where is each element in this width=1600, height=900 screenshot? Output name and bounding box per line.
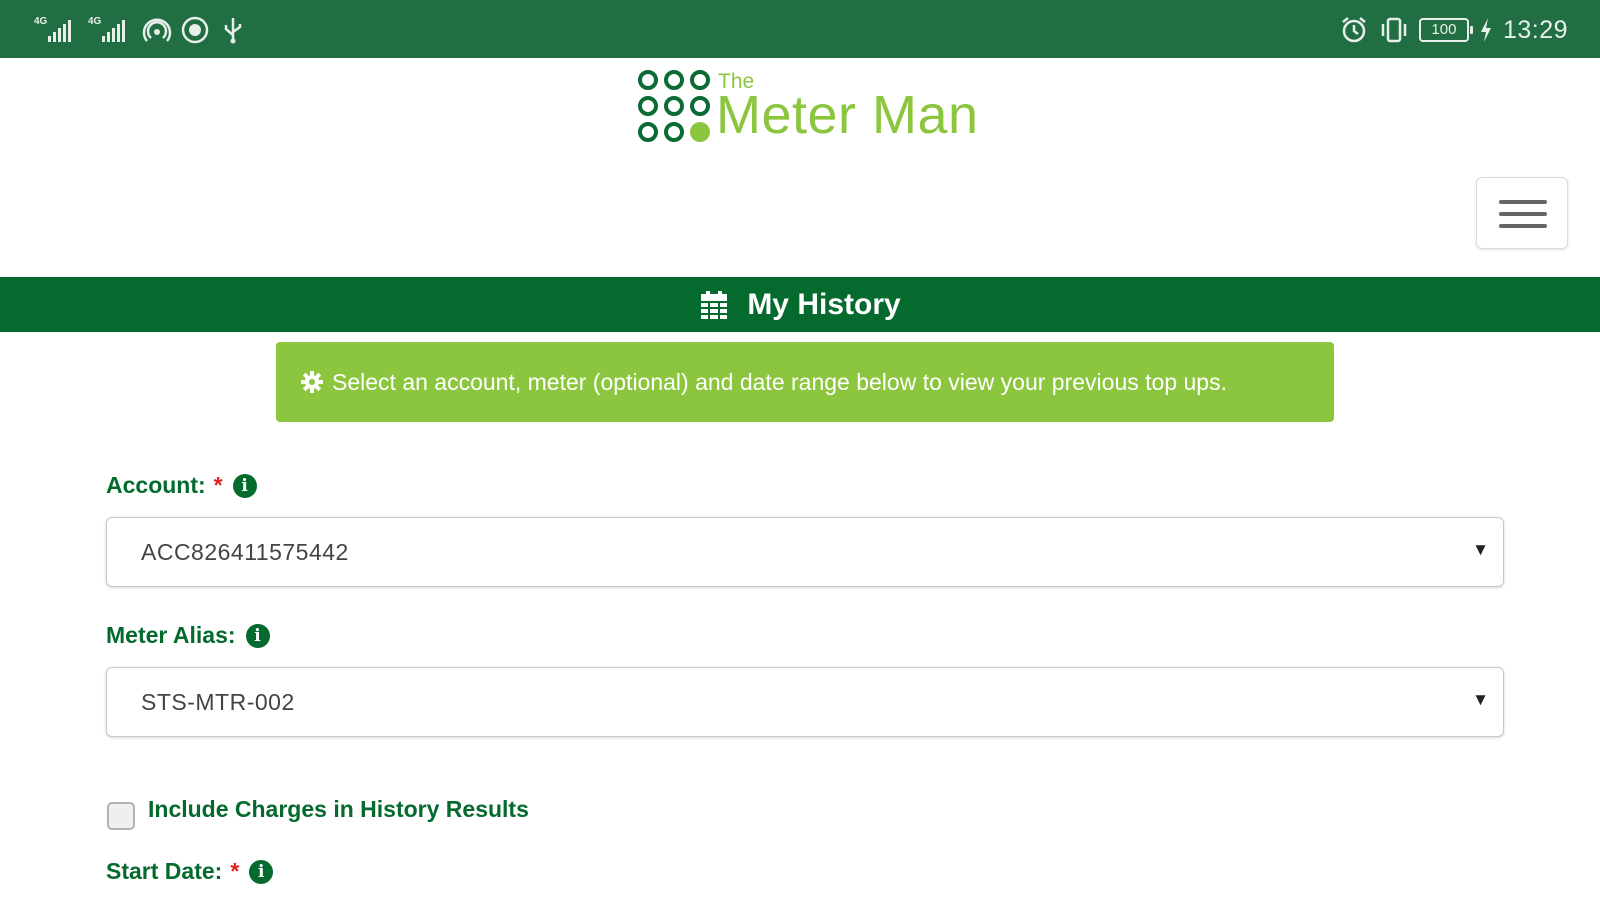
network-type-label: 4G — [88, 16, 102, 27]
account-label: Account: * i — [106, 472, 257, 499]
gear-icon — [301, 371, 323, 393]
chevron-down-icon: ▼ — [1472, 690, 1489, 709]
include-charges-checkbox[interactable] — [107, 802, 135, 830]
usb-icon — [224, 18, 242, 44]
page-title: My History — [747, 287, 901, 321]
signal-icon: 4G — [88, 16, 134, 44]
account-select[interactable]: ACC826411575442 ▼ — [106, 517, 1504, 587]
alert-message: Select an account, meter (optional) and … — [332, 368, 1227, 395]
hotspot-icon — [142, 18, 172, 42]
hamburger-menu-button[interactable] — [1476, 177, 1568, 249]
signal-icon: 4G — [34, 16, 80, 44]
page-title-banner: My History — [0, 277, 1600, 332]
meter-alias-label: Meter Alias: i — [106, 622, 270, 649]
meter-alias-label-text: Meter Alias: — [106, 622, 236, 648]
logo-dots-icon — [638, 70, 710, 142]
chevron-down-icon: ▼ — [1472, 540, 1489, 559]
start-date-label: Start Date: * i — [106, 858, 274, 885]
required-marker: * — [230, 858, 240, 884]
meter-alias-select[interactable]: STS-MTR-002 ▼ — [106, 667, 1504, 737]
settings-round-icon — [181, 16, 209, 44]
info-icon[interactable]: i — [245, 623, 270, 648]
start-date-label-text: Start Date: — [106, 858, 223, 884]
status-right: 100 13:29 — [1339, 14, 1568, 46]
account-select-value: ACC826411575442 — [141, 539, 349, 565]
battery-icon: 100 — [1418, 18, 1473, 42]
include-charges-label[interactable]: Include Charges in History Results — [148, 796, 529, 823]
logo-name-text: Meter Man — [716, 85, 979, 145]
network-type-label: 4G — [34, 16, 48, 27]
charging-icon — [1480, 18, 1491, 42]
calendar-icon — [701, 290, 728, 319]
meter-man-logo[interactable]: The Meter Man — [636, 66, 1016, 146]
account-label-text: Account: — [106, 472, 206, 498]
info-alert: Select an account, meter (optional) and … — [276, 342, 1334, 422]
alarm-icon — [1342, 17, 1366, 43]
meter-alias-select-value: STS-MTR-002 — [141, 689, 295, 715]
status-bar: 4G 4G 100 13:29 — [0, 0, 1600, 58]
required-marker: * — [213, 472, 223, 498]
status-time: 13:29 — [1502, 15, 1568, 44]
info-icon[interactable]: i — [232, 473, 257, 498]
info-icon[interactable]: i — [249, 859, 274, 884]
status-left: 4G 4G — [34, 14, 248, 46]
vibrate-icon — [1381, 17, 1407, 43]
